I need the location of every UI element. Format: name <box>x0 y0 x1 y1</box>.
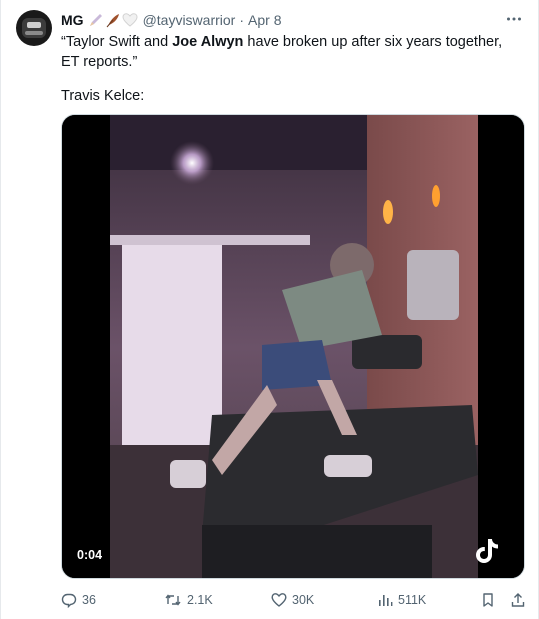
bookmark-button[interactable] <box>480 590 501 610</box>
retweet-icon <box>165 594 181 606</box>
reply-count: 36 <box>82 593 96 607</box>
views-count: 511K <box>398 593 427 607</box>
retweet-count: 2.1K <box>187 593 213 607</box>
pen-emoji-icon <box>88 12 104 28</box>
avatar[interactable] <box>16 10 52 46</box>
video-player[interactable]: 0:04 <box>61 114 525 579</box>
separator-dot: · <box>239 12 245 28</box>
action-bar: 36 2.1K 30K 511K <box>61 590 528 610</box>
video-frame <box>62 115 524 578</box>
views-button[interactable]: 511K <box>377 590 426 610</box>
avatar-shape <box>22 18 46 38</box>
share-button[interactable] <box>510 590 531 610</box>
heart-icon <box>271 593 287 607</box>
tweet-date[interactable]: Apr 8 <box>248 12 281 28</box>
more-options-icon[interactable] <box>504 9 524 29</box>
tweet-card[interactable]: MG @tayviswarrior · Apr 8 “Taylor Swift … <box>0 0 539 619</box>
reply-button[interactable]: 36 <box>61 590 96 610</box>
tweet-header: MG @tayviswarrior · Apr 8 <box>61 11 281 29</box>
views-icon <box>379 595 393 606</box>
reply-icon <box>61 593 77 608</box>
author-handle[interactable]: @tayviswarrior <box>143 12 236 28</box>
tweet-text-open: “Taylor Swift and <box>61 34 173 50</box>
white-heart-emoji-icon <box>122 12 138 28</box>
feather-emoji-icon <box>105 12 121 28</box>
share-icon <box>511 593 525 607</box>
like-count: 30K <box>292 593 315 607</box>
video-timestamp: 0:04 <box>72 546 108 564</box>
tweet-text: “Taylor Swift and Joe Alwyn have broken … <box>61 32 516 72</box>
tweet-text-line2: Travis Kelce: <box>61 88 145 104</box>
avatar-shape <box>27 22 41 28</box>
bookmark-icon <box>483 593 493 607</box>
like-button[interactable]: 30K <box>271 590 314 610</box>
avatar-shape <box>25 31 43 35</box>
tweet-text-bold: Joe Alwyn <box>172 34 244 50</box>
author-name[interactable]: MG <box>61 12 84 28</box>
tiktok-icon <box>472 536 502 566</box>
retweet-button[interactable]: 2.1K <box>164 590 213 610</box>
